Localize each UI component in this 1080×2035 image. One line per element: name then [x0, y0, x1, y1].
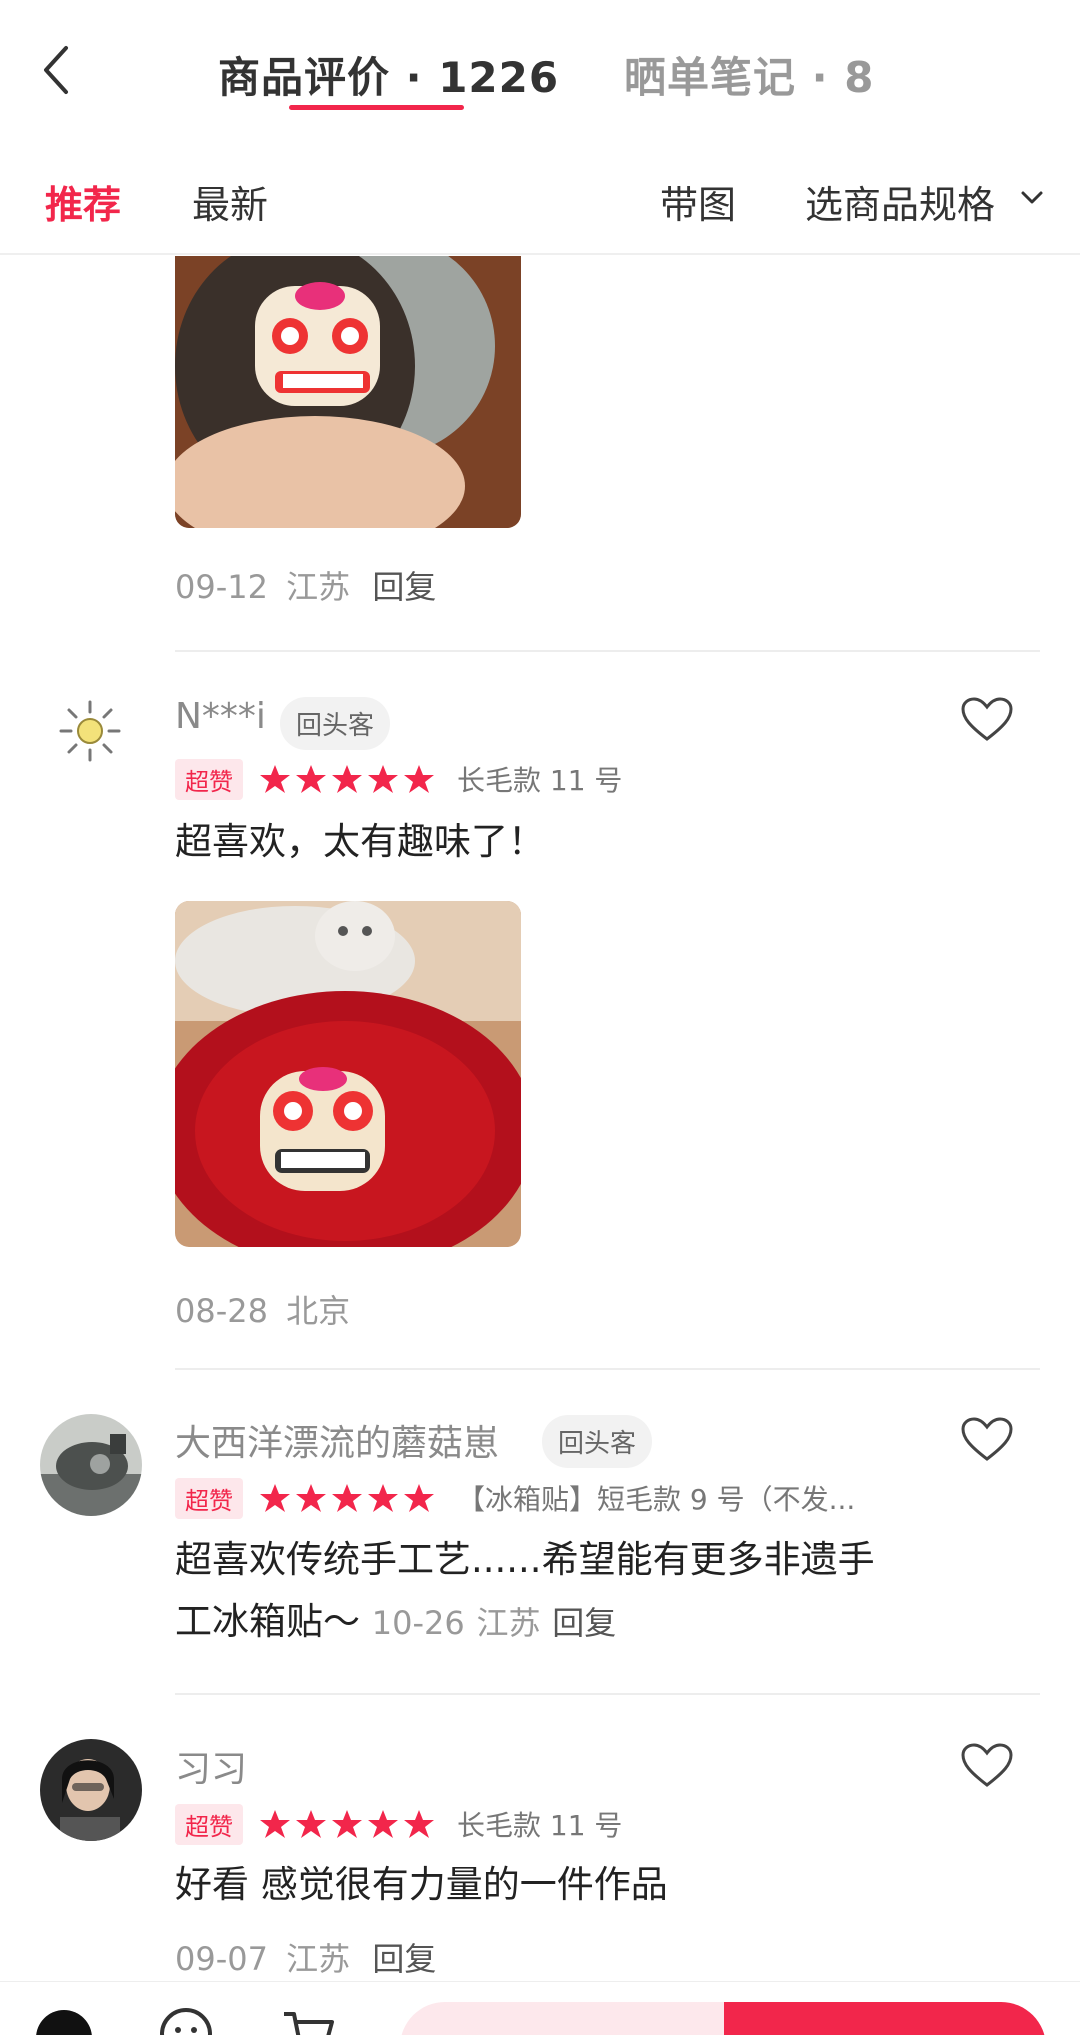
divider — [175, 650, 1040, 652]
star-icon — [260, 765, 290, 793]
tab-notes[interactable]: 晒单笔记 · 8 — [624, 44, 874, 105]
back-arrow-icon[interactable] — [38, 40, 78, 100]
product-spec: 长毛款 11 号 — [457, 1809, 623, 1842]
rating-tag: 超赞 — [175, 1477, 243, 1519]
star-icon — [368, 1810, 398, 1838]
heart-icon[interactable] — [960, 1742, 1014, 1788]
review-meta: 08-28 北京 — [175, 1286, 350, 1332]
avatar[interactable] — [40, 1739, 142, 1841]
star-icon — [404, 1484, 434, 1512]
review-date: 09-12 — [175, 568, 268, 606]
review-location: 江苏 — [476, 1604, 541, 1642]
reviews-list[interactable]: 09-12 江苏 回复 N***i 回头客 超赞 长毛款 11 号 超喜欢，太有… — [0, 256, 1080, 1981]
top-bar: 商品评价 · 1226 晒单笔记 · 8 — [0, 0, 1080, 140]
filter-recommend[interactable]: 推荐 — [45, 174, 121, 229]
review-meta: 09-07 江苏 回复 — [175, 1934, 436, 1980]
bottom-action-bar — [0, 1981, 1080, 2035]
star-icon — [260, 1484, 290, 1512]
heart-icon[interactable] — [960, 696, 1014, 742]
sun-avatar-icon[interactable] — [55, 696, 125, 766]
filter-with-images[interactable]: 带图 — [660, 174, 736, 229]
returning-customer-badge: 回头客 — [280, 697, 391, 750]
filter-latest[interactable]: 最新 — [192, 174, 268, 229]
review-location: 江苏 — [286, 568, 351, 606]
review-username[interactable]: 大西洋漂流的蘑菇崽 — [175, 1414, 499, 1466]
rating-row: 超赞 【冰箱贴】短毛款 9 号（不发... — [175, 1477, 856, 1519]
star-rating — [259, 763, 435, 795]
returning-customer-badge: 回头客 — [542, 1415, 653, 1468]
reply-button[interactable]: 回复 — [372, 568, 436, 606]
review-text: 超喜欢传统手工艺......希望能有更多非遗手工冰箱贴～ 10-26 江苏 回复 — [175, 1529, 895, 1654]
rating-row: 超赞 长毛款 11 号 — [175, 758, 623, 800]
product-spec: 长毛款 11 号 — [457, 764, 623, 797]
star-icon — [332, 1484, 362, 1512]
product-spec: 【冰箱贴】短毛款 9 号（不发... — [457, 1483, 856, 1516]
divider — [175, 1368, 1040, 1370]
divider — [175, 1693, 1040, 1695]
reply-button[interactable]: 回复 — [372, 1940, 436, 1978]
star-rating — [259, 1808, 435, 1840]
review-username[interactable]: 习习 — [175, 1740, 247, 1792]
star-icon — [368, 765, 398, 793]
star-icon — [260, 1810, 290, 1838]
star-icon — [404, 765, 434, 793]
buy-now-button[interactable] — [724, 2002, 1046, 2035]
rating-row: 超赞 长毛款 11 号 — [175, 1803, 623, 1845]
review-meta: 09-12 江苏 回复 — [175, 562, 436, 608]
star-icon — [296, 765, 326, 793]
filter-select-spec[interactable]: 选商品规格 — [805, 174, 995, 229]
review-date: 10-26 — [371, 1604, 465, 1642]
review-username[interactable]: N***i — [175, 696, 266, 737]
review-photo[interactable] — [175, 256, 521, 528]
review-text: 超喜欢，太有趣味了！ — [175, 820, 545, 863]
rating-tag: 超赞 — [175, 758, 243, 800]
star-icon — [332, 765, 362, 793]
review-text: 好看 感觉很有力量的一件作品 — [175, 1863, 668, 1906]
star-icon — [332, 1810, 362, 1838]
cart-icon[interactable] — [280, 2006, 336, 2035]
customer-service-icon[interactable] — [158, 2006, 214, 2035]
review-location: 江苏 — [286, 1940, 351, 1978]
review-photo[interactable] — [175, 901, 521, 1247]
star-icon — [404, 1810, 434, 1838]
tab-reviews[interactable]: 商品评价 · 1226 — [218, 44, 559, 105]
review-date: 08-28 — [175, 1292, 268, 1330]
star-icon — [296, 1810, 326, 1838]
heart-icon[interactable] — [960, 1416, 1014, 1462]
star-icon — [368, 1484, 398, 1512]
reply-button[interactable]: 回复 — [552, 1604, 616, 1642]
chevron-down-icon[interactable] — [1018, 184, 1046, 212]
rating-tag: 超赞 — [175, 1803, 243, 1845]
active-tab-indicator — [289, 105, 464, 110]
filter-bar: 推荐 最新 带图 选商品规格 — [0, 140, 1080, 255]
store-avatar[interactable] — [36, 2010, 92, 2035]
add-to-cart-button[interactable] — [400, 2002, 730, 2035]
avatar[interactable] — [40, 1414, 142, 1516]
review-date: 09-07 — [175, 1940, 268, 1978]
star-icon — [296, 1484, 326, 1512]
star-rating — [259, 1482, 435, 1514]
review-location: 北京 — [286, 1292, 351, 1330]
